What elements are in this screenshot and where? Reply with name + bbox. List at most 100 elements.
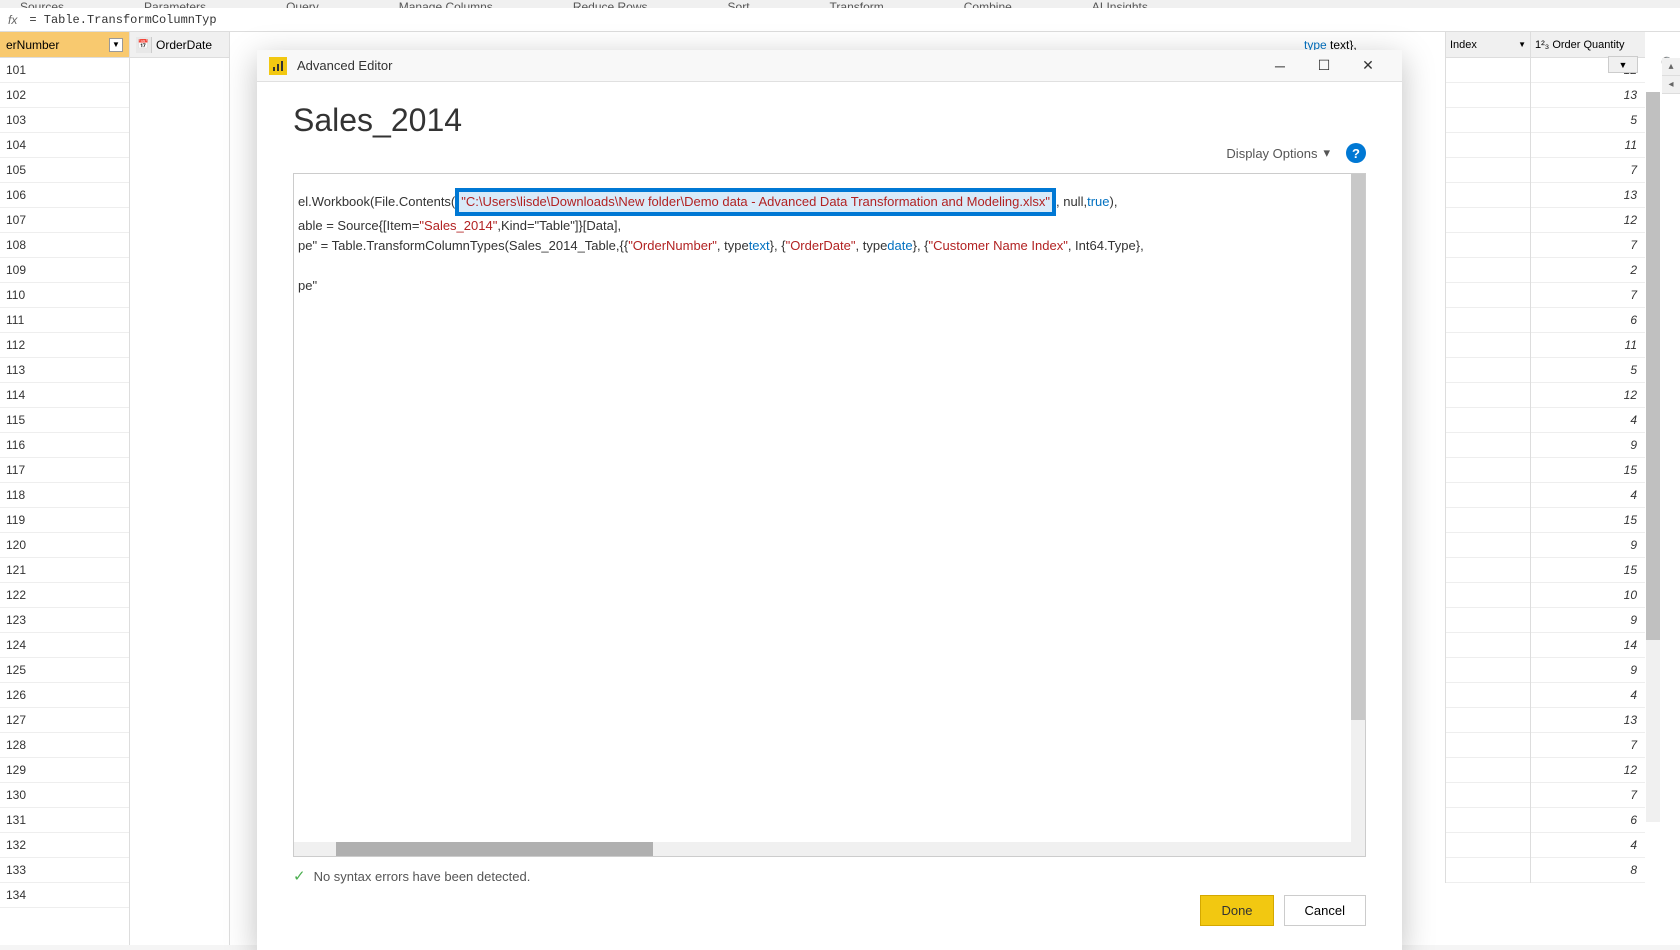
index-cell[interactable] bbox=[1446, 183, 1530, 208]
done-button[interactable]: Done bbox=[1200, 895, 1273, 926]
order-number-cell[interactable]: 121 bbox=[0, 558, 129, 583]
cancel-button[interactable]: Cancel bbox=[1284, 895, 1366, 926]
index-cell[interactable] bbox=[1446, 358, 1530, 383]
qty-cell[interactable]: 5 bbox=[1531, 108, 1645, 133]
maximize-button[interactable]: ☐ bbox=[1302, 50, 1346, 82]
order-number-header[interactable]: erNumber ▼ bbox=[0, 32, 129, 58]
qty-cell[interactable]: 15 bbox=[1531, 558, 1645, 583]
qty-cell[interactable]: 9 bbox=[1531, 608, 1645, 633]
index-cell[interactable] bbox=[1446, 333, 1530, 358]
order-number-cell[interactable]: 108 bbox=[0, 233, 129, 258]
index-cell[interactable] bbox=[1446, 208, 1530, 233]
index-cell[interactable] bbox=[1446, 458, 1530, 483]
qty-cell[interactable]: 6 bbox=[1531, 308, 1645, 333]
order-number-cell[interactable]: 112 bbox=[0, 333, 129, 358]
order-number-cell[interactable]: 124 bbox=[0, 633, 129, 658]
index-cell[interactable] bbox=[1446, 133, 1530, 158]
order-number-cell[interactable]: 132 bbox=[0, 833, 129, 858]
qty-cell[interactable]: 12 bbox=[1531, 758, 1645, 783]
order-number-cell[interactable]: 133 bbox=[0, 858, 129, 883]
order-number-cell[interactable]: 123 bbox=[0, 608, 129, 633]
minimize-button[interactable]: ─ bbox=[1258, 50, 1302, 82]
ribbon-ai-insights[interactable]: AI Insights bbox=[1092, 0, 1148, 8]
qty-cell[interactable]: 7 bbox=[1531, 233, 1645, 258]
index-cell[interactable] bbox=[1446, 283, 1530, 308]
expand-arrow-mid[interactable]: ◂ bbox=[1662, 76, 1680, 94]
collapse-button[interactable]: ▼ bbox=[1608, 56, 1638, 73]
order-number-cell[interactable]: 109 bbox=[0, 258, 129, 283]
ribbon-sort[interactable]: Sort bbox=[728, 0, 750, 8]
index-cell[interactable] bbox=[1446, 158, 1530, 183]
qty-cell[interactable]: 14 bbox=[1531, 633, 1645, 658]
code-editor[interactable]: el.Workbook(File.Contents( "C:\Users\lis… bbox=[293, 173, 1366, 857]
scroll-thumb[interactable] bbox=[1646, 92, 1660, 640]
order-number-cell[interactable]: 105 bbox=[0, 158, 129, 183]
qty-cell[interactable]: 11 bbox=[1531, 333, 1645, 358]
qty-cell[interactable]: 13 bbox=[1531, 183, 1645, 208]
order-qty-header[interactable]: 1²₃ Order Quantity bbox=[1531, 32, 1645, 58]
editor-horizontal-scrollbar[interactable] bbox=[294, 842, 1351, 856]
qty-cell[interactable]: 15 bbox=[1531, 508, 1645, 533]
index-cell[interactable] bbox=[1446, 408, 1530, 433]
order-number-cell[interactable]: 116 bbox=[0, 433, 129, 458]
order-number-cell[interactable]: 127 bbox=[0, 708, 129, 733]
order-number-cell[interactable]: 118 bbox=[0, 483, 129, 508]
index-cell[interactable] bbox=[1446, 833, 1530, 858]
order-number-cell[interactable]: 117 bbox=[0, 458, 129, 483]
index-cell[interactable] bbox=[1446, 583, 1530, 608]
order-number-cell[interactable]: 134 bbox=[0, 883, 129, 908]
editor-h-thumb[interactable] bbox=[336, 842, 653, 856]
close-button[interactable]: ✕ bbox=[1346, 50, 1390, 82]
order-number-cell[interactable]: 131 bbox=[0, 808, 129, 833]
order-number-cell[interactable]: 111 bbox=[0, 308, 129, 333]
fx-icon[interactable]: fx bbox=[8, 13, 17, 27]
index-dropdown-icon[interactable]: ▼ bbox=[1518, 40, 1526, 49]
order-number-cell[interactable]: 113 bbox=[0, 358, 129, 383]
order-number-cell[interactable]: 102 bbox=[0, 83, 129, 108]
order-number-cell[interactable]: 115 bbox=[0, 408, 129, 433]
qty-cell[interactable]: 4 bbox=[1531, 408, 1645, 433]
order-number-cell[interactable]: 107 bbox=[0, 208, 129, 233]
qty-cell[interactable]: 12 bbox=[1531, 208, 1645, 233]
index-cell[interactable] bbox=[1446, 558, 1530, 583]
ribbon-parameters[interactable]: Parameters bbox=[144, 0, 206, 8]
qty-cell[interactable]: 10 bbox=[1531, 583, 1645, 608]
qty-cell[interactable]: 5 bbox=[1531, 358, 1645, 383]
index-cell[interactable] bbox=[1446, 58, 1530, 83]
qty-cell[interactable]: 4 bbox=[1531, 683, 1645, 708]
ribbon-sources[interactable]: Sources bbox=[20, 0, 64, 8]
order-number-cell[interactable]: 101 bbox=[0, 58, 129, 83]
index-header[interactable]: Index ▼ bbox=[1446, 32, 1530, 58]
ribbon-combine[interactable]: Combine bbox=[964, 0, 1012, 8]
index-cell[interactable] bbox=[1446, 708, 1530, 733]
index-cell[interactable] bbox=[1446, 783, 1530, 808]
index-cell[interactable] bbox=[1446, 108, 1530, 133]
editor-vertical-scrollbar[interactable] bbox=[1351, 174, 1365, 856]
qty-cell[interactable]: 9 bbox=[1531, 533, 1645, 558]
index-cell[interactable] bbox=[1446, 633, 1530, 658]
index-cell[interactable] bbox=[1446, 383, 1530, 408]
expand-arrow-up[interactable]: ▴ bbox=[1662, 58, 1680, 76]
order-number-cell[interactable]: 120 bbox=[0, 533, 129, 558]
index-cell[interactable] bbox=[1446, 733, 1530, 758]
qty-cell[interactable]: 7 bbox=[1531, 783, 1645, 808]
qty-cell[interactable]: 7 bbox=[1531, 733, 1645, 758]
qty-cell[interactable]: 7 bbox=[1531, 283, 1645, 308]
vertical-scrollbar[interactable] bbox=[1646, 92, 1660, 822]
qty-cell[interactable]: 9 bbox=[1531, 658, 1645, 683]
qty-cell[interactable]: 7 bbox=[1531, 158, 1645, 183]
qty-cell[interactable]: 6 bbox=[1531, 808, 1645, 833]
qty-cell[interactable]: 4 bbox=[1531, 483, 1645, 508]
code-content[interactable]: el.Workbook(File.Contents( "C:\Users\lis… bbox=[294, 174, 1365, 310]
display-options-dropdown[interactable]: Display Options ▾ bbox=[1226, 145, 1330, 161]
order-number-cell[interactable]: 119 bbox=[0, 508, 129, 533]
qty-cell[interactable]: 12 bbox=[1531, 383, 1645, 408]
order-date-header[interactable]: 📅 OrderDate bbox=[130, 32, 229, 58]
index-cell[interactable] bbox=[1446, 533, 1530, 558]
order-number-cell[interactable]: 114 bbox=[0, 383, 129, 408]
ribbon-transform[interactable]: Transform bbox=[830, 0, 884, 8]
formula-text[interactable]: = Table.TransformColumnTyp bbox=[29, 13, 216, 27]
index-cell[interactable] bbox=[1446, 608, 1530, 633]
ribbon-query[interactable]: Query bbox=[286, 0, 319, 8]
qty-cell[interactable]: 11 bbox=[1531, 133, 1645, 158]
